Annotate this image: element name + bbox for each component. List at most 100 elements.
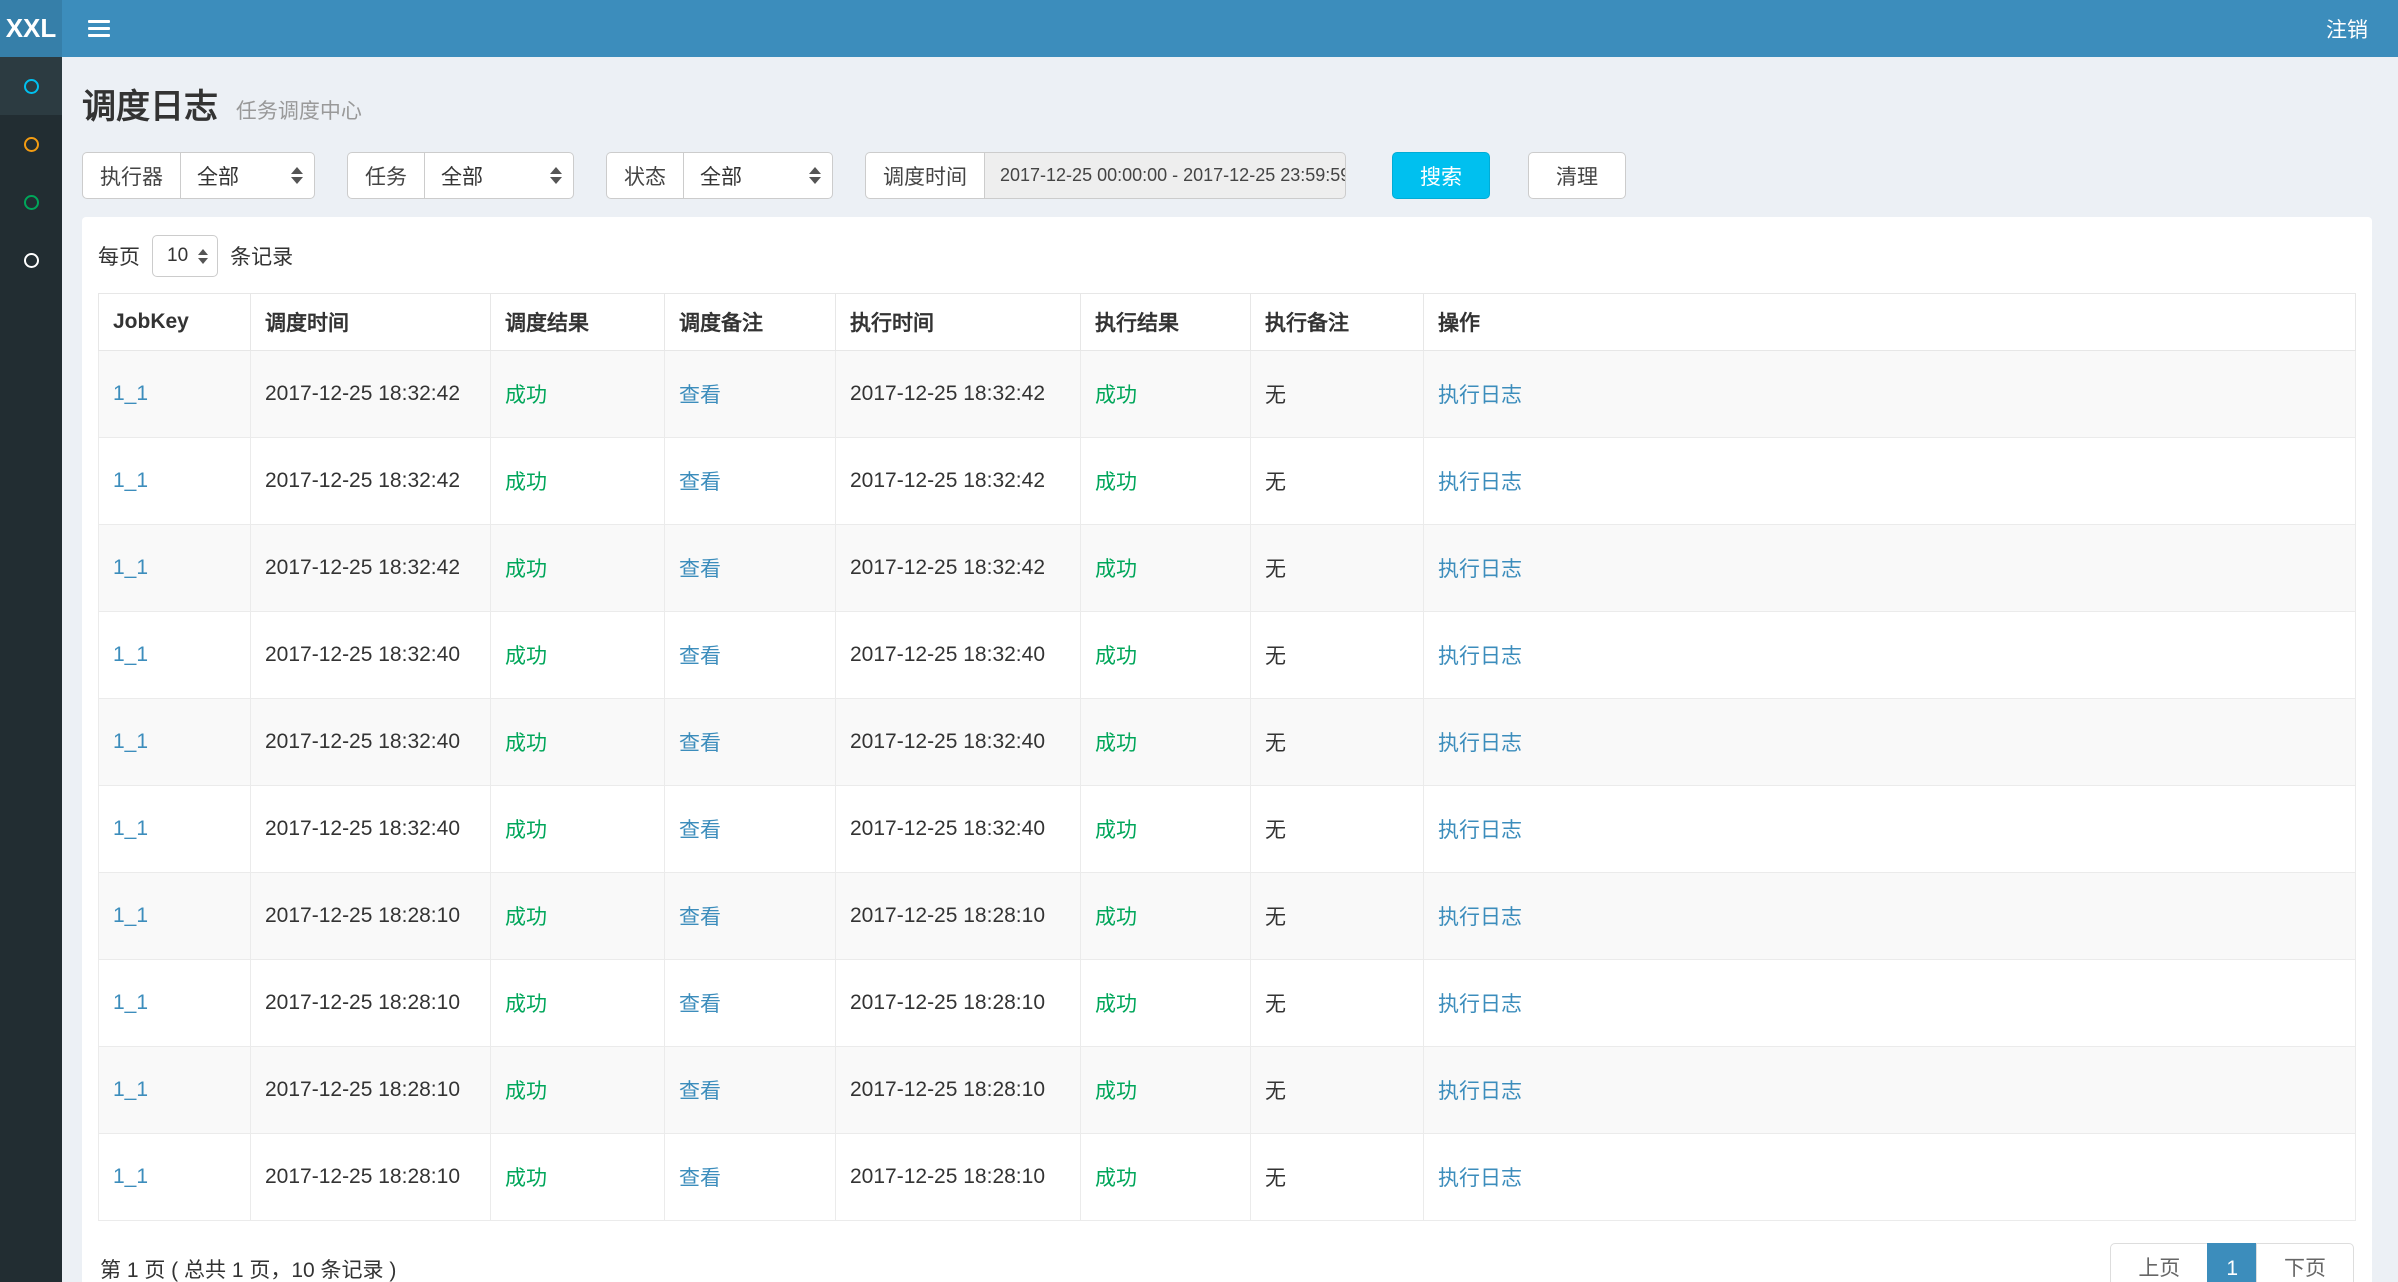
handle-result-cell: 成功: [1081, 351, 1251, 438]
page-1-button[interactable]: 1: [2207, 1243, 2257, 1282]
log-box: 每页 10 条记录 JobKey调度时间调度结果调度备注执行时间执行结果执行备注…: [82, 217, 2372, 1282]
action-cell: 执行日志: [1424, 1047, 2356, 1134]
trigger-msg-link[interactable]: 查看: [679, 819, 721, 842]
handle-msg-cell: 无: [1251, 1047, 1424, 1134]
exec-log-link[interactable]: 执行日志: [1438, 384, 1522, 407]
app-logo[interactable]: XXL: [0, 0, 62, 57]
exec-log-link[interactable]: 执行日志: [1438, 645, 1522, 668]
trigger-msg-link[interactable]: 查看: [679, 1167, 721, 1190]
trigger-msg-cell: 查看: [665, 1134, 836, 1221]
jobkey-link[interactable]: 1_1: [113, 1165, 148, 1188]
trigger-msg-link[interactable]: 查看: [679, 471, 721, 494]
trigger-msg-cell: 查看: [665, 1047, 836, 1134]
handle-time-cell: 2017-12-25 18:28:10: [836, 1134, 1081, 1221]
executor-filter-label: 执行器: [82, 152, 180, 199]
prev-page-button[interactable]: 上页: [2110, 1243, 2208, 1282]
handle-time-cell: 2017-12-25 18:28:10: [836, 1047, 1081, 1134]
exec-log-link[interactable]: 执行日志: [1438, 1167, 1522, 1190]
sidebar-toggle-icon[interactable]: [88, 20, 110, 37]
trigger-result-cell: 成功: [491, 351, 665, 438]
sidebar-item-3[interactable]: [0, 173, 62, 231]
jobkey-link[interactable]: 1_1: [113, 1078, 148, 1101]
select-arrows-icon: [291, 167, 303, 184]
trigger-result-cell: 成功: [491, 525, 665, 612]
trigger-result-cell: 成功: [491, 873, 665, 960]
trigger-msg-link[interactable]: 查看: [679, 732, 721, 755]
page-size-suffix-label: 条记录: [230, 241, 293, 271]
action-cell: 执行日志: [1424, 960, 2356, 1047]
page-size-select[interactable]: 10: [152, 235, 218, 277]
jobkey-cell: 1_1: [99, 525, 251, 612]
jobkey-link[interactable]: 1_1: [113, 469, 148, 492]
app: XXL 注销 调度日志 任务调度中心 执行器 全部: [0, 0, 2398, 1282]
table-header-row: JobKey调度时间调度结果调度备注执行时间执行结果执行备注操作: [99, 294, 2356, 351]
column-header: 执行结果: [1081, 294, 1251, 351]
exec-log-link[interactable]: 执行日志: [1438, 558, 1522, 581]
exec-log-link[interactable]: 执行日志: [1438, 993, 1522, 1016]
handle-result-cell: 成功: [1081, 1047, 1251, 1134]
select-arrows-icon: [809, 167, 821, 184]
table-row: 1_12017-12-25 18:28:10成功查看2017-12-25 18:…: [99, 1047, 2356, 1134]
trigger-msg-cell: 查看: [665, 525, 836, 612]
sidebar-item-2[interactable]: [0, 115, 62, 173]
trigger-time-range-input[interactable]: 2017-12-25 00:00:00 - 2017-12-25 23:59:5…: [984, 152, 1346, 199]
jobkey-link[interactable]: 1_1: [113, 730, 148, 753]
handle-time-cell: 2017-12-25 18:32:42: [836, 438, 1081, 525]
log-table: JobKey调度时间调度结果调度备注执行时间执行结果执行备注操作 1_1 2017…: [98, 293, 2356, 1221]
jobkey-link[interactable]: 1_1: [113, 991, 148, 1014]
page-size-prefix-label: 每页: [98, 241, 140, 271]
job-select[interactable]: 全部: [424, 152, 574, 199]
trigger-msg-link[interactable]: 查看: [679, 1080, 721, 1103]
exec-log-link[interactable]: 执行日志: [1438, 906, 1522, 929]
jobkey-link[interactable]: 1_1: [113, 817, 148, 840]
jobkey-cell: 1_1: [99, 786, 251, 873]
handle-result-cell: 成功: [1081, 525, 1251, 612]
sidebar-item-4[interactable]: [0, 231, 62, 289]
trigger-msg-link[interactable]: 查看: [679, 993, 721, 1016]
jobkey-link[interactable]: 1_1: [113, 556, 148, 579]
jobkey-cell: 1_1: [99, 699, 251, 786]
handle-msg-cell: 无: [1251, 525, 1424, 612]
clear-button[interactable]: 清理: [1528, 152, 1626, 199]
jobkey-cell: 1_1: [99, 1134, 251, 1221]
jobkey-link[interactable]: 1_1: [113, 382, 148, 405]
trigger-time-cell: 2017-12-25 18:32:42: [251, 351, 491, 438]
trigger-msg-cell: 查看: [665, 960, 836, 1047]
trigger-msg-link[interactable]: 查看: [679, 906, 721, 929]
handle-time-cell: 2017-12-25 18:28:10: [836, 873, 1081, 960]
jobkey-link[interactable]: 1_1: [113, 643, 148, 666]
page-header: 调度日志 任务调度中心: [82, 73, 2372, 144]
exec-log-link[interactable]: 执行日志: [1438, 471, 1522, 494]
trigger-msg-cell: 查看: [665, 612, 836, 699]
trigger-msg-cell: 查看: [665, 438, 836, 525]
handle-result-cell: 成功: [1081, 960, 1251, 1047]
exec-log-link[interactable]: 执行日志: [1438, 732, 1522, 755]
trigger-time-cell: 2017-12-25 18:28:10: [251, 1134, 491, 1221]
action-cell: 执行日志: [1424, 612, 2356, 699]
executor-select-value: 全部: [197, 161, 275, 191]
sidebar-item-1[interactable]: [0, 57, 62, 115]
search-button[interactable]: 搜索: [1392, 152, 1490, 199]
status-select[interactable]: 全部: [683, 152, 833, 199]
circle-icon: [24, 79, 39, 94]
action-cell: 执行日志: [1424, 786, 2356, 873]
trigger-result-cell: 成功: [491, 786, 665, 873]
jobkey-cell: 1_1: [99, 873, 251, 960]
exec-log-link[interactable]: 执行日志: [1438, 1080, 1522, 1103]
trigger-time-cell: 2017-12-25 18:28:10: [251, 1047, 491, 1134]
jobkey-link[interactable]: 1_1: [113, 904, 148, 927]
executor-select[interactable]: 全部: [180, 152, 315, 199]
action-cell: 执行日志: [1424, 699, 2356, 786]
trigger-msg-link[interactable]: 查看: [679, 645, 721, 668]
filter-group-executor: 执行器 全部: [82, 152, 315, 199]
exec-log-link[interactable]: 执行日志: [1438, 819, 1522, 842]
trigger-msg-link[interactable]: 查看: [679, 558, 721, 581]
handle-result-cell: 成功: [1081, 612, 1251, 699]
action-cell: 执行日志: [1424, 873, 2356, 960]
select-arrows-icon: [198, 249, 208, 264]
next-page-button[interactable]: 下页: [2256, 1243, 2354, 1282]
logout-link[interactable]: 注销: [2326, 14, 2368, 44]
trigger-msg-link[interactable]: 查看: [679, 384, 721, 407]
trigger-time-filter-label: 调度时间: [865, 152, 984, 199]
filter-bar: 执行器 全部 任务 全部 状态 全部: [82, 152, 2372, 199]
